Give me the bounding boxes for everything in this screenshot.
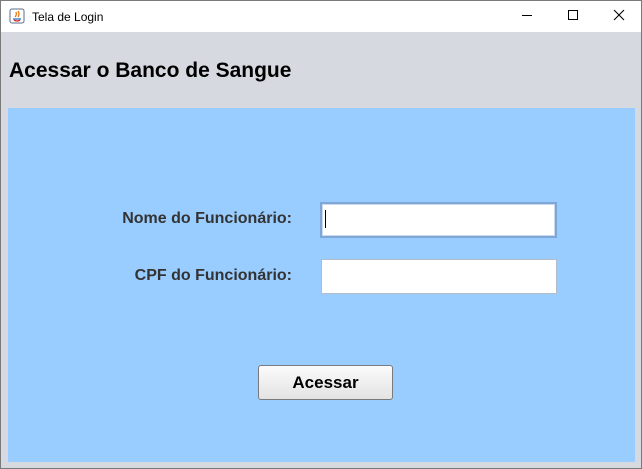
login-window: Tela de Login Acessar o Banco de Sangue … [0, 0, 642, 469]
minimize-button[interactable] [504, 1, 550, 32]
window-title: Tela de Login [32, 10, 104, 24]
access-button[interactable]: Acessar [258, 365, 393, 400]
title-bar[interactable]: Tela de Login [1, 1, 641, 32]
maximize-icon [567, 8, 579, 26]
close-button[interactable] [596, 1, 641, 32]
minimize-icon [521, 8, 533, 26]
maximize-button[interactable] [550, 1, 596, 32]
employee-name-input[interactable] [320, 202, 557, 238]
close-icon [613, 8, 625, 26]
java-icon [9, 8, 25, 24]
employee-name-label: Nome do Funcionário: [122, 210, 292, 227]
text-caret [325, 210, 326, 228]
employee-cpf-label: CPF do Funcionário: [134, 267, 292, 284]
login-form-panel: Nome do Funcionário: CPF do Funcionário:… [8, 108, 635, 462]
employee-cpf-input[interactable] [321, 259, 557, 294]
page-title: Acessar o Banco de Sangue [9, 59, 292, 82]
